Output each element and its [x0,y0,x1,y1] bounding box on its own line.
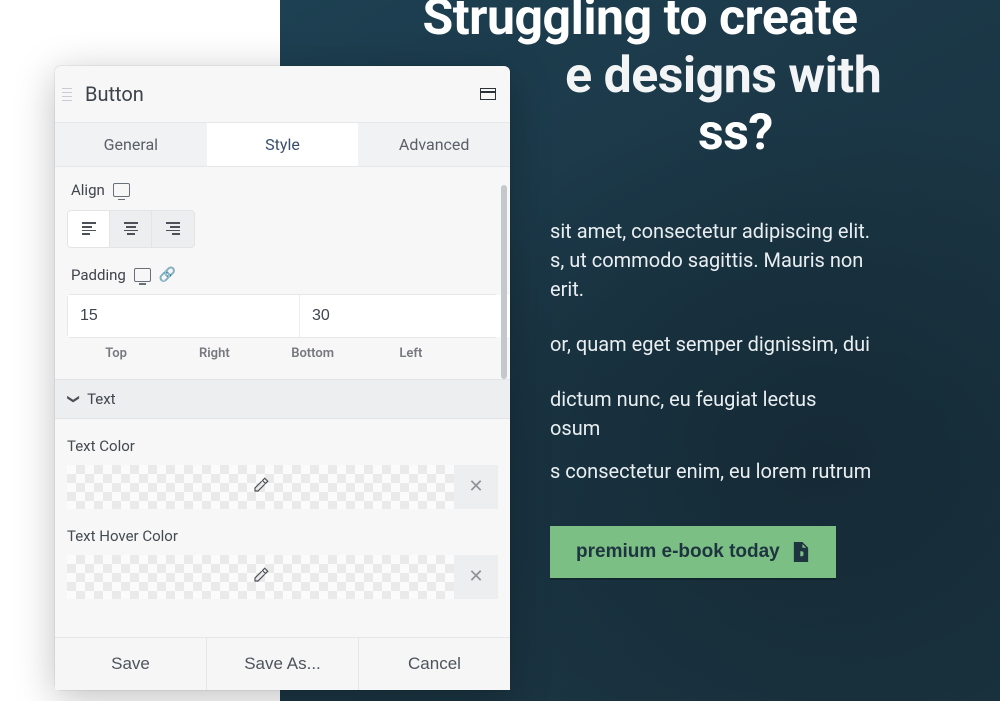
drag-handle-icon[interactable] [57,88,77,101]
padding-section: Padding 🔗 px Top Right Bottom Left [67,266,498,361]
align-left-icon [82,222,96,234]
text-hover-color-clear-button[interactable]: ✕ [454,555,498,599]
link-values-icon[interactable]: 🔗 [159,267,176,283]
align-center-icon [124,222,138,234]
align-left-button[interactable] [68,211,110,247]
padding-right-input[interactable] [300,295,510,337]
align-center-button[interactable] [110,211,152,247]
window-mode-icon[interactable] [480,88,496,100]
cta-label: premium e-book today [576,541,780,563]
cancel-button[interactable]: Cancel [359,638,510,690]
align-buttons [67,210,195,248]
panel-footer: Save Save As... Cancel [55,637,510,690]
tab-style[interactable]: Style [207,123,359,166]
text-color-label: Text Color [67,437,498,455]
save-button[interactable]: Save [55,638,207,690]
text-accordion-title: Text [87,390,116,408]
download-ebook-button[interactable]: premium e-book today [550,526,836,578]
align-label: Align [71,181,105,199]
panel-tabs: General Style Advanced [55,122,510,167]
tab-general[interactable]: General [55,123,207,166]
align-right-button[interactable] [152,211,194,247]
page-whitespace [0,0,280,60]
responsive-icon[interactable] [113,183,130,197]
panel-body: Align Padding 🔗 px [55,167,510,637]
text-color-clear-button[interactable]: ✕ [454,465,498,509]
text-hover-color-picker[interactable] [67,555,454,599]
panel-header[interactable]: Button [55,66,510,122]
scrollbar-thumb[interactable] [501,185,507,379]
padding-label: Padding [71,266,126,284]
settings-panel: Button General Style Advanced Align Padd… [55,66,510,690]
text-color-picker[interactable] [67,465,454,509]
padding-sublabels: Top Right Bottom Left [67,346,498,361]
close-icon: ✕ [468,566,483,587]
panel-title: Button [85,82,480,106]
chevron-down-icon: ❯ [67,394,81,404]
responsive-icon[interactable] [134,268,151,282]
eyedropper-icon [252,566,270,588]
text-hover-color-label: Text Hover Color [67,527,498,545]
save-as-button[interactable]: Save As... [207,638,359,690]
align-right-icon [166,222,180,234]
padding-top-input[interactable] [68,295,300,337]
tab-advanced[interactable]: Advanced [358,123,510,166]
text-accordion-header[interactable]: ❯ Text [55,379,510,419]
text-accordion: ❯ Text Text Color ✕ Text Hover Color ✕ [55,379,510,609]
eyedropper-icon [252,476,270,498]
align-section: Align [67,181,498,248]
close-icon: ✕ [468,476,483,497]
pdf-icon [792,542,810,562]
